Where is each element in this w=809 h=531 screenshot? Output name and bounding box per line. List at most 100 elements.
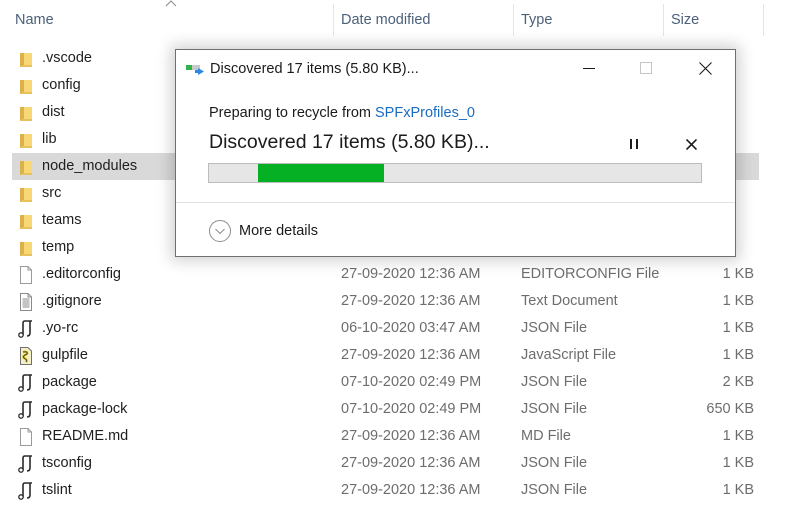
progress-bar-fill: [258, 164, 384, 182]
text-file-icon: [18, 293, 34, 311]
recycle-progress-icon: [186, 65, 204, 75]
file-name: config: [42, 77, 81, 93]
file-date-modified: 27-09-2020 12:36 AM: [341, 266, 481, 282]
file-size: 1 KB: [722, 482, 754, 498]
file-size: 650 KB: [706, 401, 754, 417]
recycle-progress-dialog: Discovered 17 items (5.80 KB)... Prepari…: [175, 49, 736, 257]
dialog-divider: [176, 202, 735, 203]
file-date-modified: 27-09-2020 12:36 AM: [341, 482, 481, 498]
folder-icon: [18, 50, 34, 68]
close-button[interactable]: [682, 50, 728, 86]
file-row[interactable]: gulpfile 27-09-2020 12:36 AM JavaScript Fi…: [12, 342, 759, 369]
column-divider[interactable]: [763, 4, 764, 36]
column-divider[interactable]: [333, 4, 334, 36]
file-type: EDITORCONFIG File: [521, 266, 660, 282]
column-divider[interactable]: [663, 4, 664, 36]
more-details-toggle[interactable]: More details: [208, 218, 318, 244]
column-date-modified[interactable]: Date modified: [341, 12, 430, 28]
file-row[interactable]: .editorconfig 27-09-2020 12:36 AM EDITORCO…: [12, 261, 759, 288]
file-name: tslint: [42, 482, 72, 498]
file-size: 1 KB: [722, 266, 754, 282]
file-name: package: [42, 374, 97, 390]
pause-icon: [630, 139, 638, 149]
file-date-modified: 27-09-2020 12:36 AM: [341, 293, 481, 309]
file-name: .editorconfig: [42, 266, 121, 282]
json-file-icon: [18, 482, 34, 500]
pause-button[interactable]: [622, 132, 646, 156]
folder-icon: [18, 239, 34, 257]
chevron-down-circle-icon: [209, 220, 231, 242]
dialog-titlebar[interactable]: Discovered 17 items (5.80 KB)...: [176, 50, 735, 86]
folder-icon: [18, 158, 34, 176]
file-name: temp: [42, 239, 75, 255]
file-name: node_modules: [42, 158, 138, 174]
json-file-icon: [18, 455, 34, 473]
file-date-modified: 07-10-2020 02:49 PM: [341, 374, 482, 390]
source-folder-link[interactable]: SPFxProfiles_0: [375, 105, 475, 121]
chevron-up-icon[interactable]: [164, 0, 178, 9]
file-name: teams: [42, 212, 82, 228]
json-file-icon: [18, 374, 34, 392]
operation-status: Discovered 17 items (5.80 KB)...: [209, 131, 490, 153]
cancel-icon: [685, 138, 697, 150]
file-name: .yo-rc: [42, 320, 79, 336]
file-date-modified: 27-09-2020 12:36 AM: [341, 347, 481, 363]
file-type: JSON File: [521, 320, 588, 336]
javascript-file-icon: [18, 347, 34, 365]
file-name: README.md: [42, 428, 129, 444]
file-date-modified: 27-09-2020 12:36 AM: [341, 428, 481, 444]
folder-icon: [18, 212, 34, 230]
folder-icon: [18, 77, 34, 95]
column-size[interactable]: Size: [671, 12, 699, 28]
file-date-modified: 07-10-2020 02:49 PM: [341, 401, 482, 417]
file-name: package-lock: [42, 401, 128, 417]
close-icon: [698, 61, 712, 75]
minimize-button[interactable]: [566, 50, 612, 86]
file-name: src: [42, 185, 62, 201]
operation-description: Preparing to recycle from SPFxProfiles_0: [209, 105, 475, 121]
blank-file-icon: [18, 428, 34, 446]
folder-icon: [18, 104, 34, 122]
file-name: gulpfile: [42, 347, 88, 363]
more-details-label: More details: [239, 223, 318, 239]
file-type: MD File: [521, 428, 571, 444]
column-header: Name Date modified Type Size: [0, 0, 809, 40]
json-file-icon: [18, 320, 34, 338]
folder-icon: [18, 131, 34, 149]
file-size: 1 KB: [722, 347, 754, 363]
file-type: JSON File: [521, 374, 588, 390]
file-date-modified: 06-10-2020 03:47 AM: [341, 320, 481, 336]
file-size: 1 KB: [722, 320, 754, 336]
maximize-button[interactable]: [623, 50, 669, 86]
file-name: lib: [42, 131, 57, 147]
file-size: 2 KB: [722, 374, 754, 390]
dialog-title: Discovered 17 items (5.80 KB)...: [210, 61, 419, 77]
blank-file-icon: [18, 266, 34, 284]
maximize-icon: [640, 62, 652, 74]
cancel-button[interactable]: [679, 132, 703, 156]
file-row[interactable]: tsconfig 27-09-2020 12:36 AM JSON File 1 KB: [12, 450, 759, 477]
column-divider[interactable]: [513, 4, 514, 36]
file-row[interactable]: .yo-rc 06-10-2020 03:47 AM JSON File 1 KB: [12, 315, 759, 342]
file-size: 1 KB: [722, 455, 754, 471]
file-row[interactable]: tslint 27-09-2020 12:36 AM JSON File 1 KB: [12, 477, 759, 504]
operation-prefix: Preparing to recycle from: [209, 105, 376, 121]
folder-icon: [18, 185, 34, 203]
column-name[interactable]: Name: [15, 12, 54, 28]
column-type[interactable]: Type: [521, 12, 552, 28]
file-row[interactable]: package 07-10-2020 02:49 PM JSON File 2 KB: [12, 369, 759, 396]
file-row[interactable]: README.md 27-09-2020 12:36 AM MD File 1 KB: [12, 423, 759, 450]
progress-bar: [208, 163, 702, 183]
file-name: dist: [42, 104, 65, 120]
file-type: JSON File: [521, 455, 588, 471]
file-name: .vscode: [42, 50, 92, 66]
file-type: JavaScript File: [521, 347, 617, 363]
file-row[interactable]: package-lock 07-10-2020 02:49 PM JSON File…: [12, 396, 759, 423]
file-type: JSON File: [521, 482, 588, 498]
minimize-icon: [583, 68, 595, 69]
file-size: 1 KB: [722, 428, 754, 444]
file-type: JSON File: [521, 401, 588, 417]
file-size: 1 KB: [722, 293, 754, 309]
file-row[interactable]: .gitignore 27-09-2020 12:36 AM Text Docume…: [12, 288, 759, 315]
file-date-modified: 27-09-2020 12:36 AM: [341, 455, 481, 471]
